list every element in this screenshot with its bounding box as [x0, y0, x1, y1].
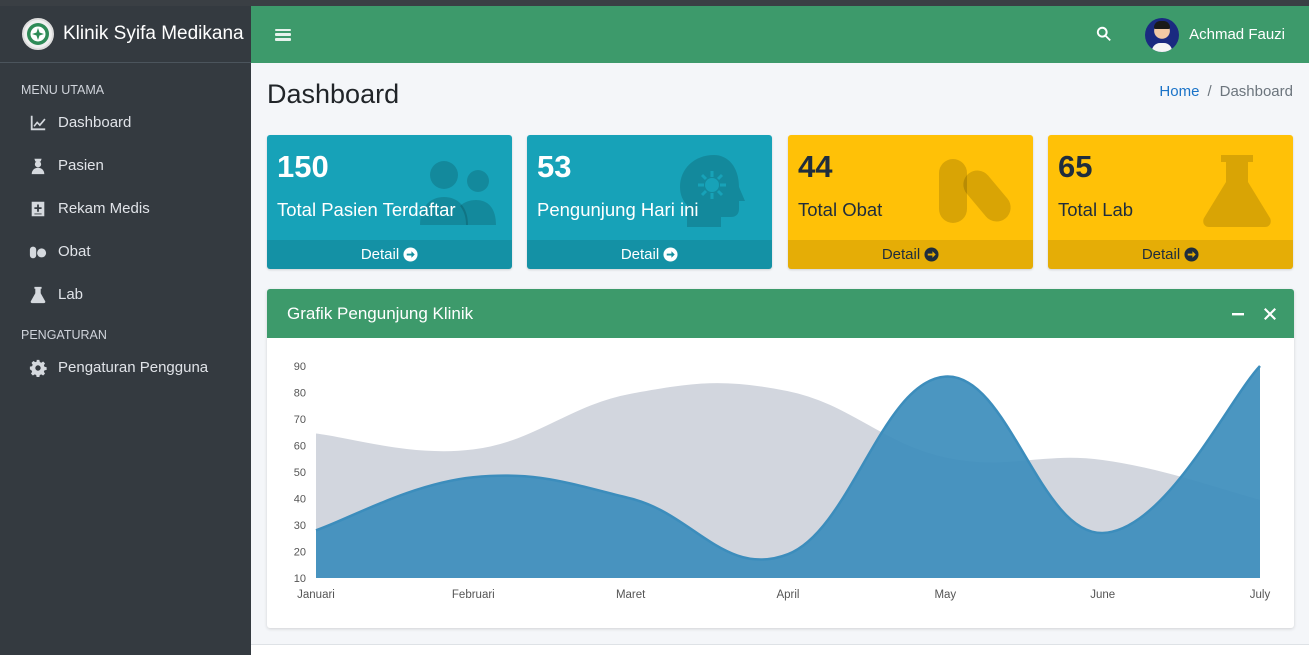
arrow-circle-right-icon: [663, 247, 678, 262]
stat-value: 150: [277, 149, 329, 184]
stat-detail-label: Detail: [1141, 246, 1181, 263]
card-title: Grafik Pengunjung Klinik: [287, 303, 474, 323]
x-tick-label: April: [776, 589, 799, 601]
y-tick-label: 10: [294, 573, 306, 585]
sidebar-item-label: Pengaturan Pengguna: [58, 359, 209, 376]
nav-header-pengaturan: PENGATURAN: [21, 328, 107, 342]
stat-detail-label: Detail: [881, 246, 921, 263]
sidebar-item-pengaturan-pengguna[interactable]: Pengaturan Pengguna: [0, 346, 251, 389]
avatar: [1145, 17, 1180, 52]
clinic-logo-icon: [22, 18, 54, 50]
page-title: Dashboard: [267, 79, 400, 109]
menu-toggle-icon[interactable]: [275, 27, 291, 43]
brand[interactable]: Klinik Syifa Medikana: [0, 6, 251, 63]
user-menu[interactable]: Achmad Fauzi: [1145, 17, 1285, 52]
arrow-circle-right-icon: [403, 247, 418, 262]
x-tick-label: May: [934, 589, 956, 601]
breadcrumb-current: Dashboard: [1219, 83, 1293, 100]
stat-detail-label: Detail: [360, 246, 400, 263]
pills-icon: [28, 242, 48, 262]
y-tick-label: 30: [294, 520, 306, 532]
sidebar-item-obat[interactable]: Obat: [0, 230, 251, 273]
user-nurse-icon: [28, 156, 48, 176]
stat-detail-link[interactable]: Detail: [527, 240, 772, 269]
sidebar-item-label: Lab: [58, 286, 84, 303]
sidebar-item-rekam-medis[interactable]: Rekam Medis: [0, 187, 251, 230]
stat-detail-link[interactable]: Detail: [267, 240, 512, 269]
y-tick-label: 70: [294, 414, 306, 426]
x-tick-label: Februari: [452, 589, 495, 601]
flask-icon: [28, 285, 48, 305]
y-tick-label: 60: [294, 441, 306, 453]
stat-value: 65: [1058, 149, 1093, 184]
sidebar-item-pasien[interactable]: Pasien: [0, 144, 251, 187]
visitor-chart-card: Grafik Pengunjung Klinik 10 20 30 40 50 60 70 8…: [267, 289, 1294, 628]
nav-header-menu-utama: MENU UTAMA: [21, 83, 105, 97]
stat-label: Pengunjung Hari ini: [537, 199, 699, 220]
stat-value: 44: [798, 149, 833, 184]
remove-button[interactable]: [1260, 304, 1280, 324]
y-tick-label: 80: [294, 388, 306, 400]
stat-label: Total Lab: [1058, 199, 1134, 220]
main-content: Dashboard Home / Dashboard 150 Total Pas…: [251, 63, 1309, 655]
search-icon[interactable]: [1095, 25, 1115, 45]
x-tick-label: Januari: [297, 589, 335, 601]
sidebar: Klinik Syifa Medikana MENU UTAMA Dashboa…: [0, 6, 251, 655]
stat-box-total-lab: 65 Total Lab Detail: [1048, 135, 1293, 269]
minus-icon: [1232, 312, 1244, 315]
sidebar-item-label: Obat: [58, 243, 91, 260]
stat-box-total-pasien: 150 Total Pasien Terdaftar Detail: [267, 135, 512, 269]
topbar: Achmad Fauzi: [251, 6, 1309, 63]
sidebar-item-label: Dashboard: [58, 114, 132, 131]
sidebar-item-dashboard[interactable]: Dashboard: [0, 101, 251, 144]
brand-name: Klinik Syifa Medikana: [63, 23, 244, 44]
stat-box-pengunjung-hari-ini: 53 Pengunjung Hari ini Detail: [527, 135, 772, 269]
stat-value: 53: [537, 149, 572, 184]
collapse-button[interactable]: [1228, 304, 1248, 324]
sidebar-item-lab[interactable]: Lab: [0, 273, 251, 316]
sidebar-item-label: Pasien: [58, 157, 104, 174]
stat-detail-link[interactable]: Detail: [788, 240, 1033, 269]
sidebar-item-label: Rekam Medis: [58, 200, 150, 217]
user-name: Achmad Fauzi: [1189, 26, 1285, 43]
y-tick-label: 50: [294, 467, 306, 479]
gear-icon: [28, 358, 48, 378]
stat-label: Total Obat: [798, 199, 883, 220]
breadcrumb-home-link[interactable]: Home: [1159, 83, 1199, 100]
breadcrumb-separator: /: [1207, 83, 1212, 100]
stat-boxes: 150 Total Pasien Terdaftar Detail 53 Pen…: [267, 135, 1294, 269]
arrow-circle-right-icon: [1184, 247, 1199, 262]
stat-detail-link[interactable]: Detail: [1048, 240, 1293, 269]
visitor-area-chart: 10 20 30 40 50 60 70 80 90 Januari Februari Maret Ap…: [294, 361, 1271, 601]
medical-record-icon: [28, 199, 48, 219]
close-icon: [1264, 307, 1276, 320]
x-tick-label: Maret: [616, 589, 646, 601]
pills-icon: [937, 153, 1019, 229]
y-tick-label: 40: [294, 494, 306, 506]
stat-label: Total Pasien Terdaftar: [277, 199, 456, 220]
footer-bar: [251, 644, 1309, 655]
breadcrumb: Home / Dashboard: [1159, 83, 1293, 100]
y-tick-label: 90: [294, 361, 306, 373]
stat-detail-label: Detail: [620, 246, 660, 263]
chart-line-icon: [28, 113, 48, 133]
x-tick-label: June: [1090, 589, 1115, 601]
card-tools: [1216, 304, 1280, 324]
card-header: Grafik Pengunjung Klinik: [267, 289, 1294, 338]
stat-box-total-obat: 44 Total Obat Detail: [788, 135, 1033, 269]
flask-icon: [1197, 153, 1279, 229]
arrow-circle-right-icon: [924, 247, 939, 262]
x-tick-label: July: [1250, 589, 1271, 601]
chart-area: 10 20 30 40 50 60 70 80 90 Januari Februari Maret Ap…: [267, 338, 1294, 628]
y-tick-label: 20: [294, 547, 306, 559]
